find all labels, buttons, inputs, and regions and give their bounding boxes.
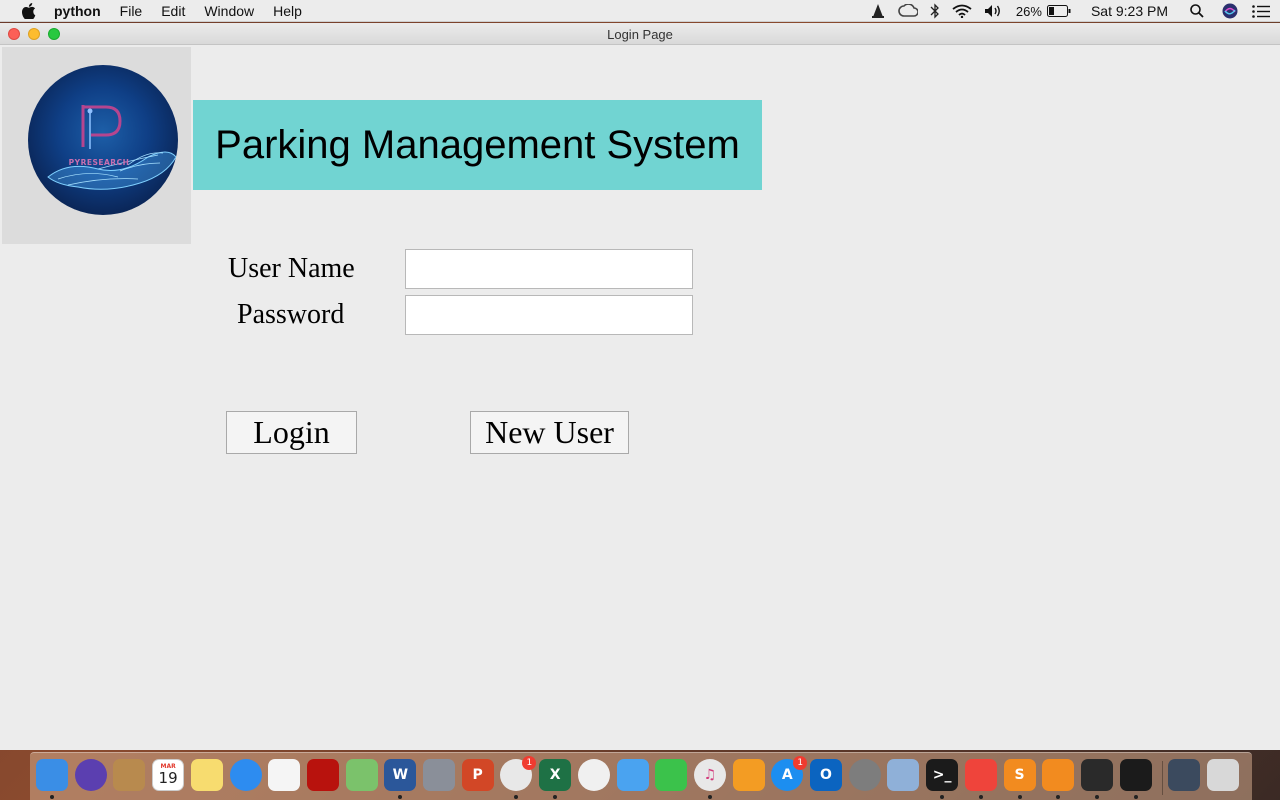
contacts-icon[interactable] <box>113 759 146 791</box>
terminal-icon[interactable]: >_ <box>926 759 959 791</box>
sublime-text-icon[interactable]: S <box>1003 759 1036 791</box>
anydesk-running-indicator <box>978 795 983 799</box>
notification-center-icon[interactable] <box>1252 4 1270 18</box>
messages-icon[interactable] <box>616 759 649 791</box>
downloads-stack-icon[interactable] <box>1168 759 1201 791</box>
acrobat-icon[interactable] <box>306 759 339 791</box>
powerpoint-icon[interactable]: P <box>461 759 494 791</box>
status-area: 26% Sat 9:23 PM <box>858 0 1270 22</box>
facetime-icon[interactable] <box>655 759 688 791</box>
word-running-indicator <box>398 795 403 799</box>
vlc-icon[interactable] <box>1042 759 1075 791</box>
vlc-cone-icon[interactable] <box>870 3 886 19</box>
outlook-glyph: O <box>820 767 832 783</box>
wifi-icon[interactable] <box>952 4 972 18</box>
maps-icon[interactable] <box>345 759 378 791</box>
login-button[interactable]: Login <box>226 411 357 454</box>
username-label: User Name <box>228 253 355 284</box>
sublime-text-running-indicator <box>1017 795 1022 799</box>
menu-edit[interactable]: Edit <box>161 3 185 19</box>
python-launcher-icon[interactable] <box>1119 759 1152 791</box>
dock-separator <box>1162 761 1163 795</box>
sublime-text-glyph: S <box>1014 767 1025 783</box>
logo-wordmark: PYRESEARCH <box>69 158 130 167</box>
apple-menu-icon[interactable] <box>18 2 40 19</box>
password-input[interactable] <box>405 295 693 335</box>
app-store-badge: 1 <box>793 756 808 770</box>
photos-icon[interactable] <box>577 759 610 791</box>
volume-icon[interactable] <box>984 4 1002 18</box>
window-title: Login Page <box>607 27 673 42</box>
launchpad-icon[interactable] <box>423 759 455 791</box>
battery-percent[interactable]: 26% <box>1016 4 1042 19</box>
menu-window[interactable]: Window <box>204 3 254 19</box>
filmora-icon[interactable] <box>1080 759 1113 791</box>
excel-glyph: X <box>549 767 561 783</box>
excel-running-indicator <box>553 795 558 799</box>
powerpoint-glyph: P <box>472 767 483 783</box>
menu-app-name[interactable]: python <box>54 3 101 19</box>
dock: MAR 19 W P 1 X ♫ A 1 O >_ S <box>30 752 1252 800</box>
word-icon[interactable]: W <box>384 759 417 791</box>
python-launcher-running-indicator <box>1133 795 1138 799</box>
window-titlebar[interactable]: Login Page <box>0 23 1280 45</box>
menu-help[interactable]: Help <box>273 3 302 19</box>
itunes-running-indicator <box>707 795 712 799</box>
banner-title: Parking Management System <box>215 122 740 167</box>
spotlight-search-icon[interactable] <box>1190 4 1204 18</box>
calendar-icon[interactable]: MAR 19 <box>152 759 185 791</box>
pyresearch-logo: PYRESEARCH <box>28 65 178 215</box>
excel-icon[interactable]: X <box>539 759 572 791</box>
anydesk-icon[interactable] <box>964 759 997 791</box>
terminal-glyph: >_ <box>932 767 952 783</box>
creative-cloud-icon[interactable] <box>898 4 918 18</box>
calendar-day: 19 <box>158 769 178 787</box>
menu-clock[interactable]: Sat 9:23 PM <box>1091 3 1168 19</box>
new-user-button[interactable]: New User <box>470 411 629 454</box>
itunes-glyph: ♫ <box>703 767 717 783</box>
terminal-running-indicator <box>940 795 945 799</box>
title-banner: Parking Management System <box>193 100 762 190</box>
safari-icon[interactable] <box>229 759 262 791</box>
siri-icon[interactable] <box>74 759 107 791</box>
window-content: PYRESEARCH Parking Management System Use… <box>0 45 1280 750</box>
word-glyph: W <box>392 767 409 783</box>
reminders-icon[interactable] <box>268 759 301 791</box>
vlc-running-indicator <box>1056 795 1061 799</box>
finder-icon[interactable] <box>36 759 68 791</box>
bluetooth-icon[interactable] <box>930 3 940 19</box>
itunes-icon[interactable]: ♫ <box>693 759 726 791</box>
chrome-badge: 1 <box>522 756 537 770</box>
siri-icon[interactable] <box>1222 3 1238 19</box>
menu-file[interactable]: File <box>120 3 143 19</box>
menu-bar: python File Edit Window Help 26% Sat 9:2… <box>0 0 1280 22</box>
filmora-running-indicator <box>1094 795 1099 799</box>
system-preferences-icon[interactable] <box>848 759 881 791</box>
battery-icon[interactable] <box>1046 5 1071 17</box>
trash-icon[interactable] <box>1207 759 1239 791</box>
app-store-glyph: A <box>781 767 793 783</box>
outlook-icon[interactable]: O <box>810 759 842 791</box>
logo-panel: PYRESEARCH <box>2 47 191 244</box>
notes-icon[interactable] <box>190 759 223 791</box>
login-window: Login Page PYRESEARCH Parking Management <box>0 23 1280 750</box>
username-input[interactable] <box>405 249 693 289</box>
finder-running-indicator <box>50 795 54 799</box>
ibooks-icon[interactable] <box>732 759 765 791</box>
chrome-running-indicator <box>514 795 519 799</box>
preview-icon[interactable] <box>887 759 920 791</box>
password-label: Password <box>237 299 345 330</box>
